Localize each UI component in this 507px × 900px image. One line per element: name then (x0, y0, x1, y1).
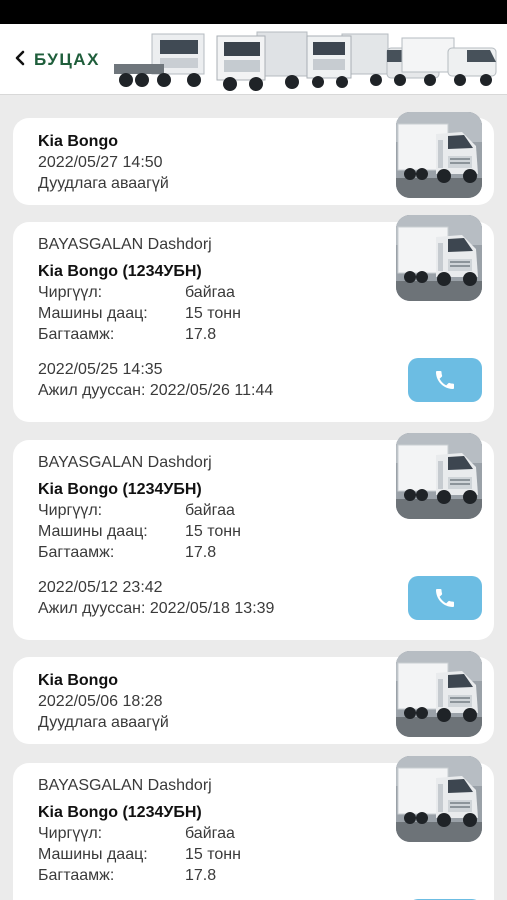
capacity-label: Машины даац: (38, 305, 148, 322)
volume-label: Багтаамж: (38, 867, 115, 884)
trailer-label: Чиргүүл: (38, 284, 103, 301)
chevron-left-icon (14, 50, 26, 71)
order-datetime: 2022/05/27 14:50 (38, 154, 163, 171)
volume-value: 17.8 (185, 326, 217, 343)
vehicle-name: Kia Bongo (38, 133, 118, 150)
order-status: Дуудлага аваагүй (38, 175, 169, 192)
vehicle-name: Kia Bongo (1234УБН) (38, 481, 202, 498)
phone-icon (433, 586, 457, 610)
driver-name: BAYASGALAN Dashdorj (38, 236, 212, 253)
capacity-value: 15 тонн (185, 846, 241, 863)
order-card[interactable]: Kia Bongo 2022/05/06 18:28 Дуудлага аваа… (13, 651, 494, 744)
status-bar (0, 0, 507, 24)
phone-icon (433, 368, 457, 392)
capacity-label: Машины даац: (38, 523, 148, 540)
truck-thumbnail (396, 112, 482, 198)
order-card[interactable]: BAYASGALAN Dashdorj Kia Bongo (1234УБН) … (13, 756, 494, 900)
volume-value: 17.8 (185, 544, 217, 561)
trailer-value: байгаа (185, 825, 235, 842)
order-card[interactable]: BAYASGALAN Dashdorj Kia Bongo (1234УБН) … (13, 215, 494, 422)
order-datetime: 2022/05/12 23:42 (38, 579, 163, 596)
trailer-value: байгаа (185, 502, 235, 519)
order-card[interactable]: Kia Bongo 2022/05/27 14:50 Дуудлага аваа… (13, 112, 494, 205)
trailer-label: Чиргүүл: (38, 825, 103, 842)
truck-thumbnail (396, 651, 482, 737)
truck-thumbnail (396, 756, 482, 842)
order-card[interactable]: BAYASGALAN Dashdorj Kia Bongo (1234УБН) … (13, 433, 494, 640)
vehicle-name: Kia Bongo (1234УБН) (38, 804, 202, 821)
volume-value: 17.8 (185, 867, 217, 884)
job-finished: Ажил дууссан: 2022/05/18 13:39 (38, 600, 275, 617)
order-datetime: 2022/05/06 18:28 (38, 693, 163, 710)
vehicle-name: Kia Bongo (38, 672, 118, 689)
trailer-label: Чиргүүл: (38, 502, 103, 519)
driver-name: BAYASGALAN Dashdorj (38, 777, 212, 794)
truck-thumbnail (396, 215, 482, 301)
back-button[interactable]: БУЦАХ (14, 48, 100, 72)
call-button[interactable] (408, 358, 482, 402)
order-status: Дуудлага аваагүй (38, 714, 169, 731)
job-finished: Ажил дууссан: 2022/05/26 11:44 (38, 382, 274, 399)
order-datetime: 2022/05/25 14:35 (38, 361, 163, 378)
trailer-value: байгаа (185, 284, 235, 301)
capacity-value: 15 тонн (185, 305, 241, 322)
back-label: БУЦАХ (34, 50, 100, 69)
volume-label: Багтаамж: (38, 326, 115, 343)
capacity-value: 15 тонн (185, 523, 241, 540)
truck-thumbnail (396, 433, 482, 519)
trucks-banner-image (112, 26, 504, 94)
driver-name: BAYASGALAN Dashdorj (38, 454, 212, 471)
volume-label: Багтаамж: (38, 544, 115, 561)
vehicle-name: Kia Bongo (1234УБН) (38, 263, 202, 280)
call-button[interactable] (408, 576, 482, 620)
app-header: БУЦАХ (0, 24, 507, 95)
orders-list[interactable]: Kia Bongo 2022/05/27 14:50 Дуудлага аваа… (0, 95, 507, 900)
capacity-label: Машины даац: (38, 846, 148, 863)
